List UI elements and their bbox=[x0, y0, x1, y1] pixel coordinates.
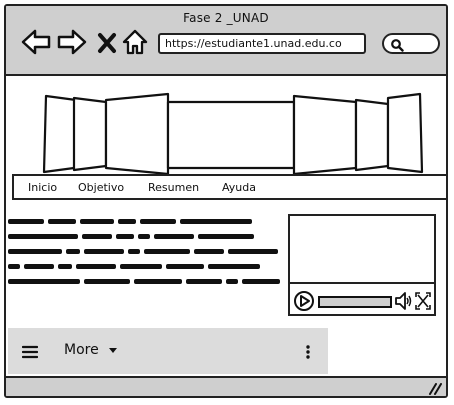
volume-icon[interactable] bbox=[394, 290, 412, 312]
nav-item-resumen[interactable]: Resumen bbox=[148, 181, 199, 194]
carousel-slide-active[interactable] bbox=[166, 100, 296, 170]
search-field[interactable] bbox=[382, 33, 440, 54]
forward-arrow-icon[interactable] bbox=[56, 26, 88, 58]
kebab-icon[interactable] bbox=[304, 344, 312, 360]
mobile-menu-bar: More bbox=[8, 328, 328, 374]
video-progress-bar[interactable] bbox=[318, 296, 392, 308]
back-arrow-icon[interactable] bbox=[20, 26, 52, 58]
nav-item-objetivo[interactable]: Objetivo bbox=[78, 181, 124, 194]
window-title: Fase 2 _UNAD bbox=[183, 11, 269, 25]
nav-item-inicio[interactable]: Inicio bbox=[28, 181, 57, 194]
carousel-slide[interactable] bbox=[72, 96, 108, 172]
video-player[interactable] bbox=[288, 214, 436, 316]
title-bar: Fase 2 _UNAD https://estudiante1.unad.ed… bbox=[6, 6, 446, 76]
carousel-slide[interactable] bbox=[42, 94, 78, 174]
home-icon[interactable] bbox=[122, 26, 148, 58]
resize-grip-icon[interactable] bbox=[426, 381, 442, 395]
address-bar[interactable]: https://estudiante1.unad.edu.co bbox=[158, 33, 366, 54]
nav-item-ayuda[interactable]: Ayuda bbox=[222, 181, 256, 194]
carousel-slide[interactable] bbox=[386, 92, 424, 174]
image-carousel[interactable] bbox=[38, 92, 428, 176]
carousel-slide[interactable] bbox=[292, 94, 358, 176]
browser-window: Fase 2 _UNAD https://estudiante1.unad.ed… bbox=[4, 4, 448, 398]
status-bar bbox=[6, 376, 446, 396]
more-label: More bbox=[64, 342, 99, 358]
caret-down-icon bbox=[109, 348, 118, 353]
more-dropdown[interactable]: More bbox=[64, 342, 119, 358]
placeholder-text-block bbox=[8, 219, 280, 284]
play-icon[interactable] bbox=[293, 290, 315, 312]
video-screen[interactable] bbox=[290, 216, 434, 284]
hamburger-icon[interactable] bbox=[22, 345, 38, 359]
search-icon bbox=[391, 39, 404, 52]
carousel-slide[interactable] bbox=[104, 92, 170, 176]
carousel-slide[interactable] bbox=[354, 98, 390, 172]
main-nav: Inicio Objetivo Resumen Ayuda bbox=[12, 174, 446, 200]
fullscreen-icon[interactable] bbox=[414, 291, 432, 311]
close-icon[interactable] bbox=[96, 26, 118, 58]
